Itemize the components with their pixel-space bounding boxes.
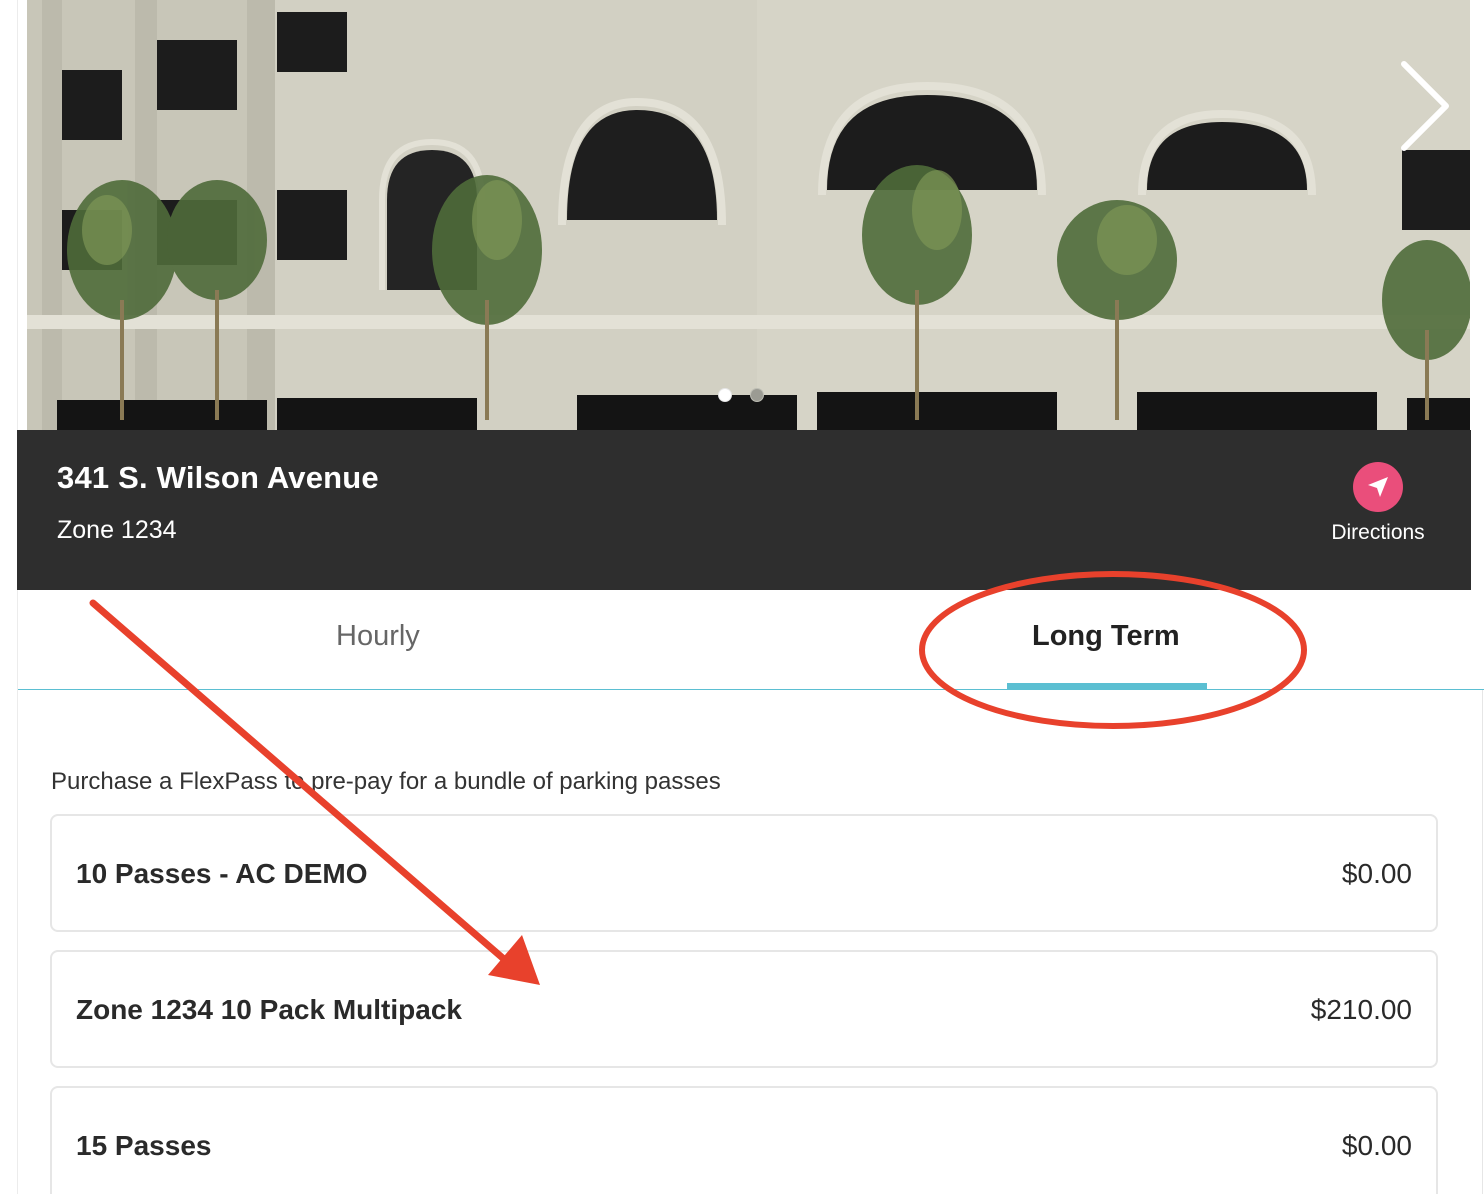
- directions-label: Directions: [1331, 521, 1425, 544]
- rate-type-tabs: Hourly Long Term: [18, 590, 1484, 690]
- parking-location-page: 341 S. Wilson Avenue Zone 1234 Direction…: [0, 0, 1484, 1194]
- pass-option[interactable]: Zone 1234 10 Pack Multipack $210.00: [50, 950, 1438, 1068]
- navigation-arrow-icon: [1353, 462, 1403, 512]
- location-header: 341 S. Wilson Avenue Zone 1234 Direction…: [17, 430, 1471, 590]
- pass-price: $0.00: [1341, 858, 1412, 889]
- directions-button[interactable]: Directions: [1317, 460, 1439, 545]
- location-photo: [27, 0, 1470, 430]
- right-gutter: [1471, 0, 1484, 590]
- pass-price: $0.00: [1341, 1130, 1412, 1161]
- chevron-right-icon: [1401, 61, 1449, 151]
- pass-name: 15 Passes: [76, 1130, 212, 1161]
- tab-long-term[interactable]: Long Term: [1032, 620, 1180, 653]
- carousel-indicator: [718, 388, 764, 402]
- active-tab-indicator: [1007, 683, 1207, 690]
- pass-option[interactable]: 15 Passes $0.00: [50, 1086, 1438, 1194]
- carousel-dot-2[interactable]: [750, 388, 764, 402]
- pass-name: 10 Passes - AC DEMO: [76, 858, 368, 889]
- location-zone: Zone 1234: [57, 516, 177, 544]
- pass-name: Zone 1234 10 Pack Multipack: [76, 994, 462, 1025]
- parking-garage-photo: [27, 0, 1470, 430]
- pass-option[interactable]: 10 Passes - AC DEMO $0.00: [50, 814, 1438, 932]
- carousel-next-button[interactable]: [1392, 58, 1452, 154]
- pass-price: $210.00: [1310, 994, 1412, 1025]
- location-address: 341 S. Wilson Avenue: [57, 460, 379, 495]
- carousel-dot-1[interactable]: [718, 388, 732, 402]
- tab-hourly[interactable]: Hourly: [336, 620, 420, 653]
- left-gutter: [0, 0, 18, 1194]
- flexpass-intro-text: Purchase a FlexPass to pre-pay for a bun…: [51, 768, 721, 795]
